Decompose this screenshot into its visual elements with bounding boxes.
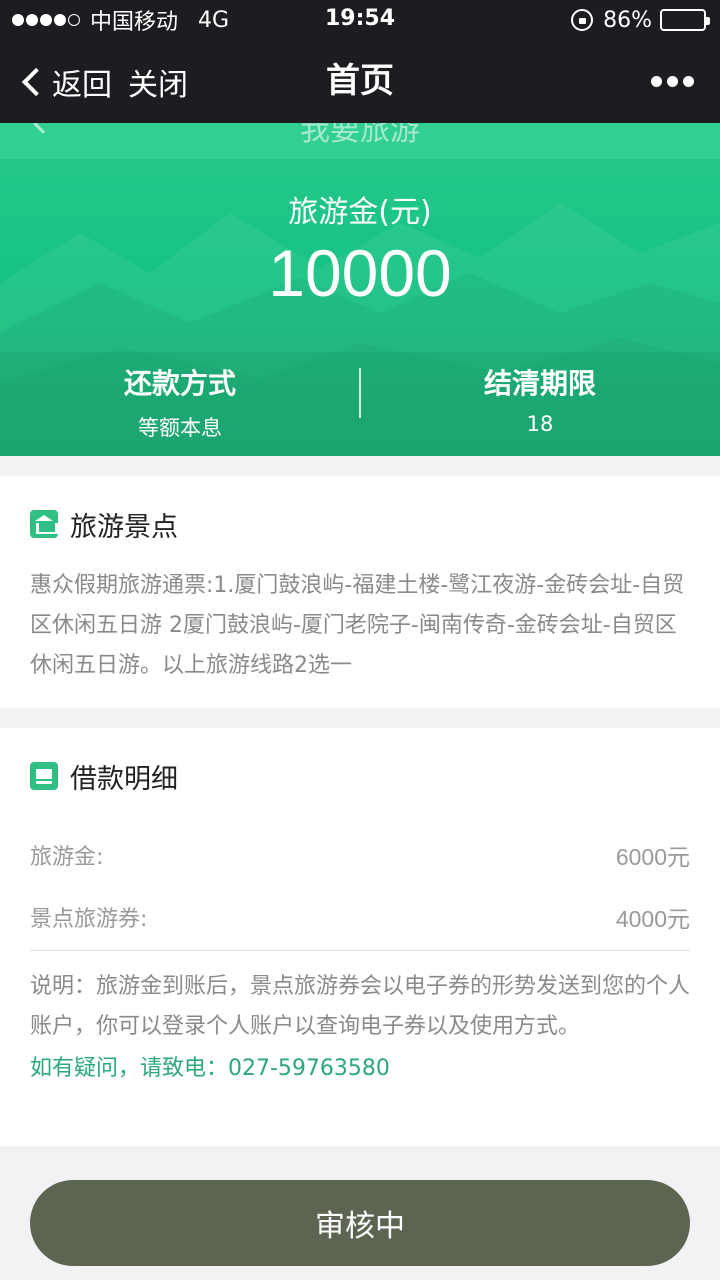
loan-note: 说明：旅游金到账后，景点旅游券会以电子券的形势发送到您的个人账户，你可以登录个人… <box>30 974 691 1039</box>
temple-icon <box>30 510 58 538</box>
row-label: 景点旅游券: <box>30 907 148 932</box>
back-button[interactable]: 返回 <box>18 40 112 123</box>
loan-row-travel-fund: 旅游金: 6000元 <box>30 824 690 886</box>
travel-fund-amount: 10000 <box>268 236 452 310</box>
scenic-spots-card: 旅游景点 惠众假期旅游通票:1.厦门鼓浪屿-福建土楼-鹭江夜游-金砖会址-自贸区… <box>0 476 720 708</box>
travel-fund-label: 旅游金(元) <box>288 195 432 230</box>
row-value: 6000元 <box>615 844 690 870</box>
under-review-button[interactable]: 审核中 <box>30 1180 690 1266</box>
status-bar: 中国移动 4G 19:54 86% <box>0 0 720 40</box>
hero-banner: 我要旅游 旅游金(元) 10000 还款方式 等额本息 结清期限 18 <box>0 123 720 456</box>
settlement-term-title: 结清期限 <box>483 367 596 400</box>
hero-info-bar: 还款方式 等额本息 结清期限 18 <box>0 352 720 456</box>
repayment-method-value: 等额本息 <box>138 416 222 440</box>
settlement-term: 结清期限 18 <box>360 352 720 456</box>
scenic-header: 旅游景点 <box>30 476 690 572</box>
status-right: 86% <box>571 0 710 40</box>
divider <box>30 950 690 951</box>
contact-phone[interactable]: 如有疑问，请致电：027-59763580 <box>30 1049 690 1089</box>
settlement-term-value: 18 <box>526 412 554 436</box>
more-dots-icon[interactable] <box>646 40 694 123</box>
row-value: 4000元 <box>615 906 690 932</box>
loan-title: 借款明细 <box>70 763 178 795</box>
chevron-left-icon <box>21 67 51 96</box>
loan-detail-card: 借款明细 旅游金: 6000元 景点旅游券: 4000元 说明：旅游金到账后，景… <box>0 728 720 1146</box>
row-label: 旅游金: <box>30 845 104 870</box>
rotation-lock-icon <box>571 9 594 31</box>
document-icon <box>30 762 58 790</box>
battery-percent: 86% <box>603 7 652 33</box>
back-label: 返回 <box>52 67 112 103</box>
close-button[interactable]: 关闭 <box>128 40 188 123</box>
hero-divider <box>359 368 361 418</box>
battery-icon <box>660 9 710 31</box>
repayment-method-title: 还款方式 <box>123 367 236 400</box>
repayment-method: 还款方式 等额本息 <box>0 352 360 456</box>
loan-row-voucher: 景点旅游券: 4000元 <box>30 886 690 948</box>
scenic-description: 惠众假期旅游通票:1.厦门鼓浪屿-福建土楼-鹭江夜游-金砖会址-自贸区休闲五日游… <box>30 573 685 678</box>
loan-header: 借款明细 <box>30 728 690 824</box>
scenic-title: 旅游景点 <box>70 511 178 543</box>
ghost-title: 我要旅游 <box>300 123 420 148</box>
nav-bar: 返回 关闭 首页 <box>0 40 720 123</box>
